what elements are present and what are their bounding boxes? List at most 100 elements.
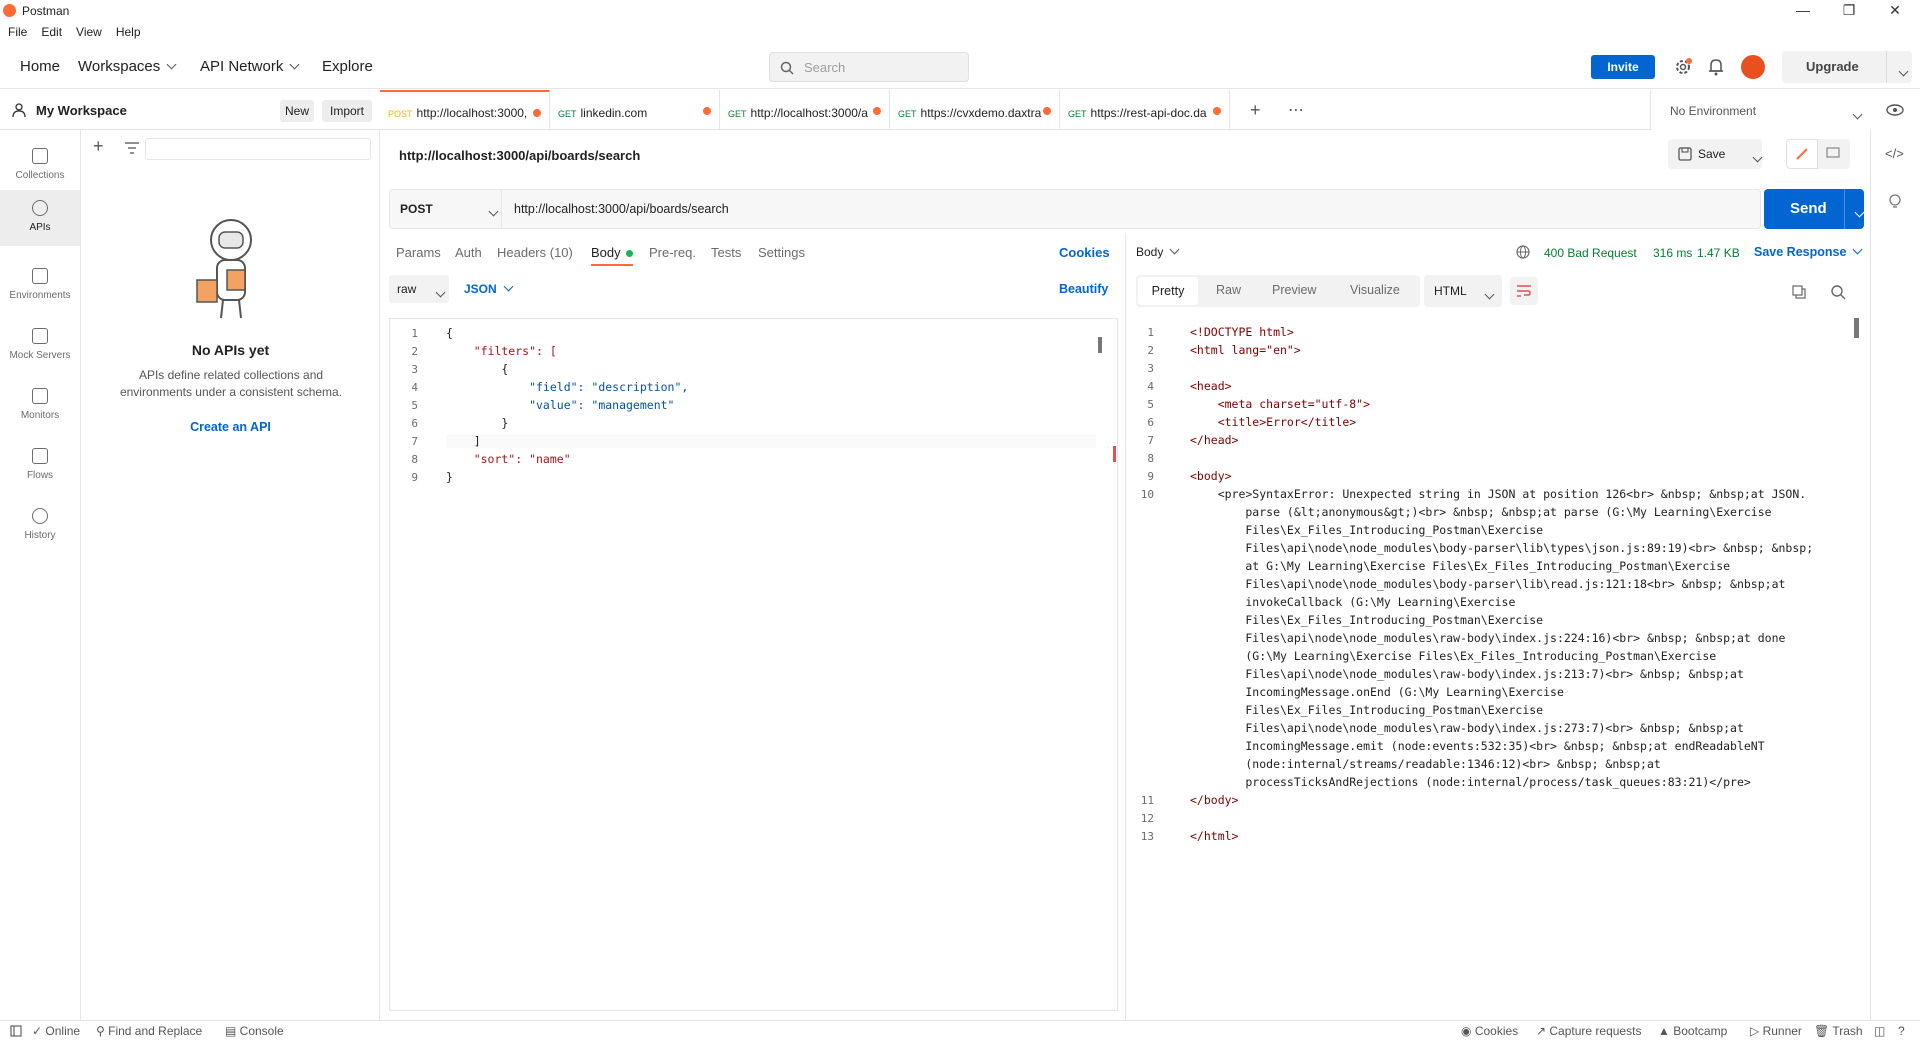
settings-gear-icon[interactable]	[1674, 58, 1692, 76]
code-line: "sort": "name"	[446, 452, 571, 466]
tab-request-3[interactable]: GET http://localhost:3000/a	[720, 90, 890, 130]
tab-auth[interactable]: Auth	[455, 245, 482, 260]
two-pane-icon[interactable]: ◫	[1874, 1024, 1885, 1038]
tab-tests[interactable]: Tests	[711, 245, 741, 260]
runner-button[interactable]: ▷ Runner	[1750, 1024, 1802, 1038]
wrap-lines-button[interactable]	[1510, 277, 1538, 305]
nav-mock-servers[interactable]: Mock Servers	[0, 318, 80, 378]
url-input[interactable]: http://localhost:3000/api/boards/search	[514, 202, 729, 216]
nav-flows[interactable]: Flows	[0, 438, 80, 498]
minimize-icon[interactable]: —	[1780, 0, 1826, 22]
workspace-name[interactable]: My Workspace	[36, 103, 127, 118]
copy-icon[interactable]	[1792, 285, 1806, 299]
edit-button[interactable]	[1786, 139, 1818, 169]
tab-request-4[interactable]: GET https://cvxdemo.daxtra	[890, 90, 1060, 130]
tab-body[interactable]: Body	[591, 245, 633, 260]
save-button[interactable]: Save	[1668, 139, 1763, 169]
find-replace-button[interactable]: ⚲ Find and Replace	[96, 1024, 202, 1038]
search-icon[interactable]	[1831, 285, 1846, 300]
view-raw[interactable]: Raw	[1216, 283, 1241, 297]
response-size[interactable]: 1.47 KB	[1697, 246, 1740, 260]
nav-workspaces[interactable]: Workspaces	[78, 58, 177, 75]
send-button[interactable]: Send	[1764, 189, 1865, 229]
maximize-icon[interactable]: ❐	[1826, 0, 1872, 22]
body-mode-select[interactable]: raw	[389, 275, 449, 303]
body-lang-select[interactable]: JSON	[464, 281, 514, 296]
view-preview[interactable]: Preview	[1272, 283, 1316, 297]
tab-request-2[interactable]: GET linkedin.com	[550, 90, 720, 130]
trash-button[interactable]: 🗑 Trash	[1814, 1024, 1863, 1038]
menu-help[interactable]: Help	[108, 22, 147, 39]
chevron-down-icon[interactable]	[1854, 207, 1865, 218]
workspace-header: My Workspace New Import	[0, 90, 380, 130]
bootcamp-button[interactable]: ▲ Bootcamp	[1658, 1024, 1727, 1038]
menu-file[interactable]: File	[0, 22, 33, 39]
chevron-down-icon[interactable]	[1852, 109, 1863, 120]
method-select[interactable]: POST	[390, 190, 502, 228]
nav-explore[interactable]: Explore	[322, 58, 373, 75]
scrollbar-thumb[interactable]	[1854, 318, 1859, 338]
nav-environments[interactable]: Environments	[0, 258, 80, 318]
lightbulb-icon[interactable]	[1888, 194, 1902, 210]
chevron-down-icon[interactable]	[1898, 66, 1909, 77]
tab-request-1[interactable]: POST http://localhost:3000,	[380, 90, 550, 130]
code-line: {	[446, 362, 509, 376]
more-tabs-icon[interactable]: ⋯	[1288, 100, 1304, 120]
code-line: "field": "description",	[446, 380, 689, 394]
scrollbar-thumb[interactable]	[1098, 337, 1102, 353]
nav-history[interactable]: History	[0, 498, 80, 558]
nav-api-network[interactable]: API Network	[200, 58, 300, 75]
nav-apis[interactable]: APIs	[0, 190, 80, 246]
tab-pre-request[interactable]: Pre-req.	[649, 245, 696, 260]
sidebar-toggle-icon[interactable]	[10, 1025, 22, 1037]
save-response-button[interactable]: Save Response	[1754, 244, 1863, 259]
request-body-editor[interactable]: 1 2 3 4 5 6 7 8 9 { "filters": [ { "fiel…	[389, 318, 1118, 1011]
close-icon[interactable]: ✕	[1872, 0, 1918, 22]
console-button[interactable]: ▤ Console	[225, 1024, 284, 1038]
nav-home[interactable]: Home	[20, 58, 60, 75]
tab-params[interactable]: Params	[396, 245, 441, 260]
notifications-bell-icon[interactable]	[1708, 58, 1724, 76]
nav-collections[interactable]: Collections	[0, 138, 80, 198]
help-icon[interactable]: ?	[1898, 1024, 1905, 1038]
online-status[interactable]: ✓ Online	[32, 1024, 80, 1038]
panel-search-input[interactable]	[145, 138, 371, 160]
code-icon[interactable]: </>	[1885, 146, 1904, 161]
comments-button[interactable]	[1818, 139, 1850, 169]
response-body-select[interactable]: Body	[1136, 244, 1180, 259]
globe-icon[interactable]	[1516, 245, 1530, 259]
environment-select[interactable]: No Environment	[1670, 104, 1756, 118]
response-body-viewer[interactable]: 1 <!DOCTYPE html> 2 <html lang="en"> 3 4 <head…	[1126, 318, 1858, 1011]
code-line: <head>	[1190, 379, 1232, 393]
search-input[interactable]: Search	[769, 52, 969, 82]
tab-settings[interactable]: Settings	[758, 245, 805, 260]
beautify-button[interactable]: Beautify	[1059, 282, 1108, 296]
add-tab-icon[interactable]: +	[1250, 100, 1261, 121]
tab-headers[interactable]: Headers (10)	[497, 245, 573, 260]
invite-button[interactable]: Invite	[1591, 55, 1655, 79]
footer-cookies-button[interactable]: ◉ Cookies	[1461, 1024, 1518, 1038]
tab-request-5[interactable]: GET https://rest-api-doc.da	[1060, 90, 1230, 130]
response-time[interactable]: 316 ms	[1653, 246, 1692, 260]
chevron-down-icon[interactable]	[1752, 152, 1763, 163]
view-visualize[interactable]: Visualize	[1350, 283, 1400, 297]
cookies-link[interactable]: Cookies	[1059, 245, 1110, 260]
new-button[interactable]: New	[280, 100, 314, 122]
import-button[interactable]: Import	[322, 100, 372, 122]
add-icon[interactable]: +	[93, 136, 104, 157]
empty-state-title: No APIs yet	[191, 342, 270, 358]
monitors-icon	[32, 388, 48, 404]
request-title[interactable]: http://localhost:3000/api/boards/search	[399, 148, 640, 163]
status-badge[interactable]: 400 Bad Request	[1544, 246, 1637, 260]
create-api-link[interactable]: Create an API	[81, 420, 380, 434]
capture-requests-button[interactable]: ↗ Capture requests	[1536, 1024, 1641, 1038]
filter-icon[interactable]	[125, 142, 139, 154]
view-pretty[interactable]: Pretty	[1138, 277, 1198, 305]
eye-icon[interactable]	[1886, 103, 1904, 117]
menu-edit[interactable]: Edit	[33, 22, 68, 39]
avatar[interactable]	[1741, 55, 1765, 79]
menu-view[interactable]: View	[68, 22, 108, 39]
format-select[interactable]: HTML	[1424, 275, 1502, 307]
nav-monitors[interactable]: Monitors	[0, 378, 80, 438]
upgrade-button[interactable]: Upgrade	[1782, 51, 1912, 83]
